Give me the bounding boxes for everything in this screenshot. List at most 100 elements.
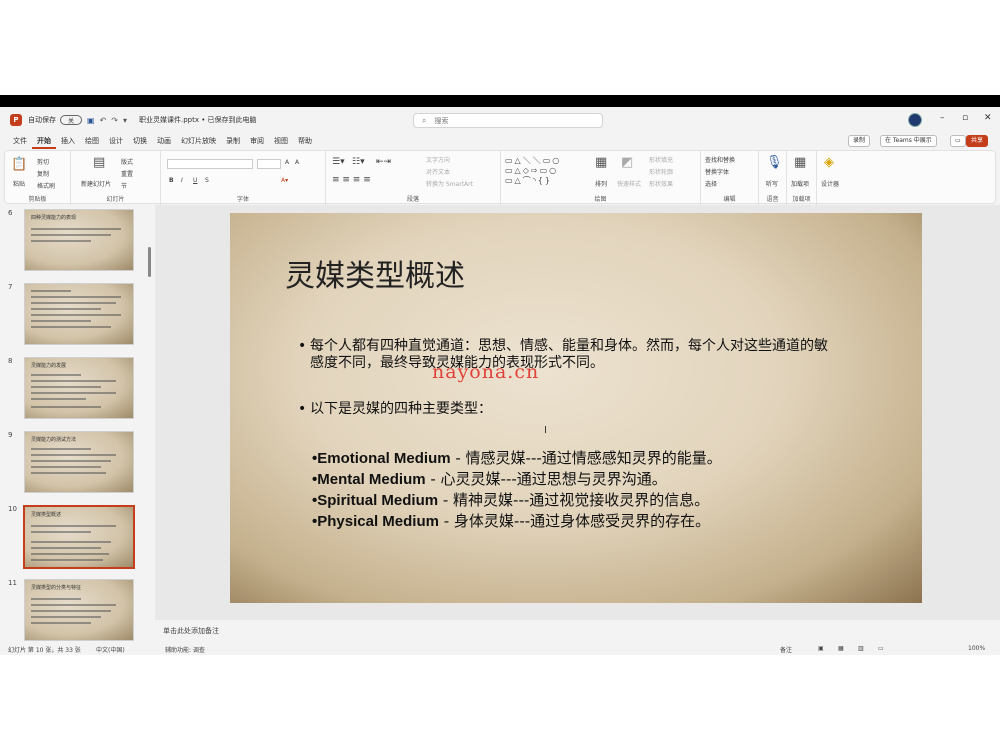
slide-thumbnail[interactable] — [24, 283, 134, 345]
align-text-button[interactable]: 对齐文本 — [426, 167, 450, 176]
tab-review[interactable]: 审阅 — [245, 133, 269, 149]
normal-view-icon[interactable]: ▣ — [818, 645, 824, 652]
find-replace-button[interactable]: 查找和替换 — [705, 155, 735, 164]
medium-item[interactable]: •Mental Medium - 心灵灵媒---通过思想与灵界沟通。 — [312, 468, 667, 489]
slideshow-icon[interactable]: ▭ — [878, 645, 884, 652]
close-icon[interactable]: ✕ — [984, 113, 992, 123]
font-color-icon[interactable]: A▾ — [281, 177, 288, 184]
slide-thumbnail-selected[interactable]: 灵媒类型概述 — [23, 505, 135, 569]
bullet-paragraph[interactable]: • 每个人都有四种直觉通道：思想、情感、能量和身体。然而，每个人对这些通道的敏感… — [298, 338, 830, 372]
copy-button[interactable]: 复制 — [37, 169, 49, 178]
tab-slideshow[interactable]: 幻灯片放映 — [176, 133, 221, 149]
restore-icon[interactable]: ▫ — [962, 113, 968, 123]
reading-view-icon[interactable]: ▥ — [858, 645, 864, 652]
tab-help[interactable]: 帮助 — [293, 133, 317, 149]
autosave-toggle[interactable]: 关 — [60, 115, 82, 125]
bold-button[interactable]: B — [169, 177, 174, 184]
paste-button[interactable]: 粘贴 — [13, 179, 25, 188]
customize-toolbar-icon[interactable]: ▾ — [123, 116, 127, 125]
share-button[interactable]: 共享 — [966, 135, 989, 147]
font-family-select[interactable] — [167, 159, 253, 169]
tab-file[interactable]: 文件 — [8, 133, 32, 149]
tab-animations[interactable]: 动画 — [152, 133, 176, 149]
medium-item[interactable]: •Emotional Medium - 情感灵媒---通过情感感知灵界的能量。 — [312, 447, 722, 468]
tab-insert[interactable]: 插入 — [56, 133, 80, 149]
arrange-icon[interactable]: ▦ — [595, 155, 607, 170]
slide-thumbnail[interactable]: 灵媒类型的分类与特征 — [24, 579, 134, 641]
record-button[interactable]: 录制 — [848, 135, 871, 147]
designer-icon[interactable]: ◈ — [824, 155, 834, 170]
section-button[interactable]: 节 — [121, 181, 127, 190]
notes-button[interactable]: 备注 — [780, 645, 792, 654]
cut-button[interactable]: 剪切 — [37, 157, 49, 166]
tab-draw[interactable]: 绘图 — [80, 133, 104, 149]
format-painter-button[interactable]: 格式刷 — [37, 181, 55, 190]
comments-icon[interactable]: ▭ — [950, 135, 966, 147]
select-button[interactable]: 选择 — [705, 179, 717, 188]
medium-item[interactable]: •Spiritual Medium - 精神灵媒---通过视觉接收灵界的信息。 — [312, 489, 709, 510]
paste-icon[interactable]: 📋 — [11, 157, 27, 172]
notes-pane[interactable]: 单击此处添加备注 — [155, 620, 1000, 643]
slide-thumbnail[interactable]: 四种灵媒能力的表现 — [24, 209, 134, 271]
reset-button[interactable]: 重置 — [121, 169, 133, 178]
microphone-icon[interactable]: 🎙 — [766, 155, 783, 170]
medium-item[interactable]: •Physical Medium - 身体灵媒---通过身体感受灵界的存在。 — [312, 510, 710, 531]
slide-thumbnail[interactable]: 灵媒能力的发展 — [24, 357, 134, 419]
avatar[interactable] — [908, 113, 922, 127]
quick-styles-button[interactable]: 快速样式 — [617, 179, 641, 188]
numbering-icon[interactable]: ☷▾ — [352, 157, 365, 167]
font-size-select[interactable] — [257, 159, 281, 169]
tab-design[interactable]: 设计 — [104, 133, 128, 149]
accessibility-indicator[interactable]: 辅助功能: 调查 — [165, 645, 205, 654]
shape-outline-button[interactable]: 形状轮廓 — [649, 167, 673, 176]
italic-button[interactable]: I — [181, 177, 183, 184]
search-box[interactable]: ⌕ 搜索 — [413, 113, 603, 128]
grow-font-button[interactable]: A — [285, 159, 289, 166]
thumbnail-title: 灵媒能力的发展 — [31, 363, 67, 369]
quick-styles-icon[interactable]: ◩ — [621, 155, 633, 170]
thumbnail-scrollbar[interactable] — [148, 247, 151, 277]
slide-thumbnail[interactable]: 灵媒能力的测试方法 — [24, 431, 134, 493]
replace-fonts-button[interactable]: 替换字体 — [705, 167, 729, 176]
powerpoint-logo-icon: P — [10, 114, 22, 126]
tab-record[interactable]: 录制 — [221, 133, 245, 149]
minimize-icon[interactable]: – — [940, 113, 945, 123]
present-in-teams-button[interactable]: 在 Teams 中展示 — [880, 135, 937, 147]
tab-home[interactable]: 开始 — [32, 133, 56, 149]
arrange-button[interactable]: 排列 — [595, 179, 607, 188]
shapes-gallery[interactable]: ▭△＼＼▭○ ▭△◇⇨▭○ ▭△⌒◝{} — [505, 155, 561, 186]
new-slide-button[interactable]: 新建幻灯片 — [81, 179, 111, 188]
ribbon: 📋 粘贴 剪切 复制 格式刷 剪贴板 ▤ 新建幻灯片 版式 重置 节 幻灯片 A… — [4, 150, 996, 205]
tab-transitions[interactable]: 切换 — [128, 133, 152, 149]
document-title[interactable]: 职业灵媒课件.pptx • 已保存到此电脑 — [139, 115, 257, 125]
strikethrough-button[interactable]: S — [205, 177, 209, 184]
layout-button[interactable]: 版式 — [121, 157, 133, 166]
language-indicator[interactable]: 中文(中国) — [96, 645, 125, 654]
smartart-button[interactable]: 转换为 SmartArt — [426, 179, 473, 188]
zoom-level[interactable]: 100% — [968, 645, 985, 652]
thumbnail-number: 11 — [8, 579, 17, 587]
bullet-paragraph[interactable]: • 以下是灵媒的四种主要类型： — [298, 401, 830, 418]
slide[interactable]: 灵媒类型概述 • 每个人都有四种直觉通道：思想、情感、能量和身体。然而，每个人对… — [230, 213, 922, 603]
redo-icon[interactable]: ↷ — [111, 116, 118, 125]
text-direction-button[interactable]: 文字方向 — [426, 155, 450, 164]
designer-button[interactable]: 设计器 — [821, 179, 839, 188]
shrink-font-button[interactable]: A — [295, 159, 299, 166]
slide-thumbnails-pane[interactable]: 6 四种灵媒能力的表现 7 8 灵媒能力的发展 9 灵媒能力的测试方法 10 灵… — [0, 205, 155, 643]
shape-effects-button[interactable]: 形状效果 — [649, 179, 673, 188]
new-slide-icon[interactable]: ▤ — [93, 155, 105, 170]
undo-icon[interactable]: ↶ — [100, 116, 107, 125]
underline-button[interactable]: U — [193, 177, 197, 184]
tab-view[interactable]: 视图 — [269, 133, 293, 149]
save-icon[interactable]: ▣ — [87, 116, 95, 125]
addins-icon[interactable]: ▦ — [794, 155, 806, 170]
shape-fill-button[interactable]: 形状填充 — [649, 155, 673, 164]
slide-title[interactable]: 灵媒类型概述 — [285, 251, 465, 295]
indent-icon[interactable]: ⇤⇥ — [376, 157, 391, 167]
align-icon[interactable]: ≡ ≡ ≡ ≡ — [332, 175, 371, 185]
slide-sorter-icon[interactable]: ▦ — [838, 645, 844, 652]
group-label-addins: 加载项 — [792, 196, 811, 203]
dictate-button[interactable]: 听写 — [766, 179, 778, 188]
bullets-icon[interactable]: ☰▾ — [332, 157, 345, 167]
addins-button[interactable]: 加载项 — [791, 179, 809, 188]
